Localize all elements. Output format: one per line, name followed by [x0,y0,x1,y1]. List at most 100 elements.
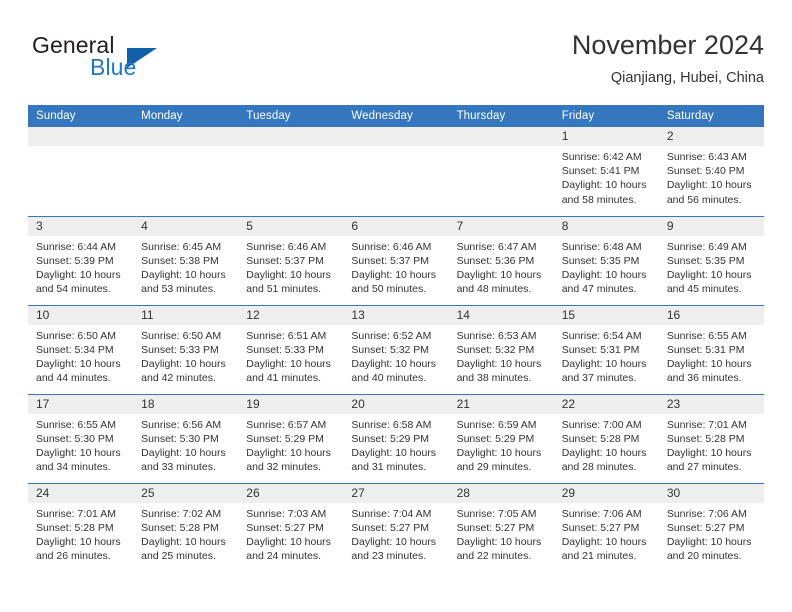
calendar-day-cell[interactable]: 11 Sunrise: 6:50 AM Sunset: 5:33 PM Dayligh… [133,304,239,394]
day-number: 29 [553,483,659,503]
day-number: 13 [343,305,449,325]
day-number: 19 [238,394,344,414]
calendar-week-row: 10 Sunrise: 6:50 AM Sunset: 5:34 PM Dayligh… [28,304,764,394]
day-number [343,127,449,146]
sun-info: Sunrise: 6:56 AM Sunset: 5:30 PM Daylight:… [133,414,238,475]
calendar-page: General Blue November 2024 Qianjiang, Hu… [0,0,792,612]
calendar-day-cell[interactable]: 13 Sunrise: 6:52 AM Sunset: 5:32 PM Dayligh… [343,304,449,394]
calendar-day-cell[interactable]: 16 Sunrise: 6:55 AM Sunset: 5:31 PM Dayligh… [658,304,764,394]
daylight-duration-line1: Daylight: 10 hours [141,268,226,281]
day-number: 20 [343,394,449,414]
sunset-time: Sunset: 5:32 PM [351,343,430,356]
sun-info: Sunrise: 7:05 AM Sunset: 5:27 PM Daylight:… [449,503,554,564]
daylight-duration-line1: Daylight: 10 hours [561,446,647,459]
sun-info: Sunrise: 6:58 AM Sunset: 5:29 PM Daylight:… [343,414,448,475]
sun-info: Sunrise: 7:00 AM Sunset: 5:28 PM Daylight:… [554,414,659,475]
weekday-header-thursday: Thursday [448,105,554,127]
calendar-day-cell[interactable]: 6 Sunrise: 6:46 AM Sunset: 5:37 PM Daylight… [343,215,449,305]
page-title: November 2024 [571,30,764,60]
sunrise-time: Sunrise: 6:44 AM [36,240,116,253]
daylight-duration-line2: and 56 minutes. [666,193,742,206]
daylight-duration-line2: and 33 minutes. [141,461,216,474]
calendar-day-cell[interactable]: 25 Sunrise: 7:02 AM Sunset: 5:28 PM Dayligh… [133,482,239,572]
daylight-duration-line1: Daylight: 10 hours [36,357,121,370]
day-number: 21 [448,394,554,414]
sunset-time: Sunset: 5:32 PM [456,343,535,356]
daylight-duration-line2: and 47 minutes. [561,283,637,296]
calendar-day-cell[interactable]: 24 Sunrise: 7:01 AM Sunset: 5:28 PM Dayligh… [28,482,134,572]
sunrise-time: Sunrise: 7:06 AM [666,507,747,520]
title-block: November 2024 Qianjiang, Hubei, China [572,28,764,89]
day-number: 25 [133,483,239,503]
calendar-day-cell[interactable]: 9 Sunrise: 6:49 AM Sunset: 5:35 PM Daylight… [658,215,764,305]
sun-info: Sunrise: 6:53 AM Sunset: 5:32 PM Daylight:… [449,325,554,386]
weekday-header-friday: Friday [553,105,659,127]
sun-info: Sunrise: 6:51 AM Sunset: 5:33 PM Daylight:… [238,325,343,386]
sunrise-time: Sunrise: 6:50 AM [141,329,222,342]
calendar-day-cell[interactable]: 18 Sunrise: 6:56 AM Sunset: 5:30 PM Dayligh… [133,393,239,483]
calendar-day-cell[interactable]: 28 Sunrise: 7:05 AM Sunset: 5:27 PM Dayligh… [448,482,554,572]
calendar-day-cell[interactable]: 7 Sunrise: 6:47 AM Sunset: 5:36 PM Daylight… [448,215,554,305]
sunset-time: Sunset: 5:40 PM [666,165,745,178]
calendar-day-cell[interactable]: 10 Sunrise: 6:50 AM Sunset: 5:34 PM Dayligh… [28,304,134,394]
daylight-duration-line2: and 22 minutes. [456,550,532,563]
calendar-day-cell[interactable]: 22 Sunrise: 7:00 AM Sunset: 5:28 PM Dayligh… [553,393,659,483]
calendar-day-cell[interactable]: 23 Sunrise: 7:01 AM Sunset: 5:28 PM Dayligh… [658,393,764,483]
calendar-day-cell[interactable]: 30 Sunrise: 7:06 AM Sunset: 5:27 PM Dayligh… [658,482,764,572]
calendar-day-cell[interactable]: 15 Sunrise: 6:54 AM Sunset: 5:31 PM Dayligh… [553,304,659,394]
calendar-day-cell[interactable]: 4 Sunrise: 6:45 AM Sunset: 5:38 PM Daylight… [133,215,239,305]
calendar-day-cell[interactable]: 17 Sunrise: 6:55 AM Sunset: 5:30 PM Dayligh… [28,393,134,483]
day-number: 17 [28,394,134,414]
sunset-time: Sunset: 5:27 PM [456,521,535,534]
daylight-duration-line2: and 40 minutes. [351,372,427,385]
calendar-day-cell[interactable]: 26 Sunrise: 7:03 AM Sunset: 5:27 PM Dayligh… [238,482,344,572]
sunrise-time: Sunrise: 7:02 AM [141,507,222,520]
daylight-duration-line2: and 32 minutes. [246,461,321,474]
daylight-duration-line2: and 44 minutes. [36,372,111,385]
day-number: 14 [448,305,554,325]
daylight-duration-line2: and 26 minutes. [36,550,111,563]
day-number: 2 [658,127,764,146]
calendar-day-cell[interactable]: 14 Sunrise: 6:53 AM Sunset: 5:32 PM Dayligh… [448,304,554,394]
sunrise-time: Sunrise: 6:47 AM [456,240,537,253]
daylight-duration-line1: Daylight: 10 hours [666,535,752,548]
weekday-header-sunday: Sunday [28,105,134,127]
day-number: 16 [658,305,764,325]
calendar-day-cell[interactable]: 12 Sunrise: 6:51 AM Sunset: 5:33 PM Dayligh… [238,304,344,394]
general-blue-logo[interactable]: General Blue [28,30,248,90]
sunrise-time: Sunrise: 6:53 AM [456,329,537,342]
day-number: 12 [238,305,344,325]
sun-info: Sunrise: 6:43 AM Sunset: 5:40 PM Daylight:… [659,146,764,207]
calendar-day-cell[interactable]: 3 Sunrise: 6:44 AM Sunset: 5:39 PM Daylight… [28,215,134,305]
day-number: 8 [553,216,659,236]
sunset-time: Sunset: 5:29 PM [246,432,324,445]
sunset-time: Sunset: 5:33 PM [246,343,324,356]
calendar-day-cell[interactable]: 19 Sunrise: 6:57 AM Sunset: 5:29 PM Dayligh… [238,393,344,483]
calendar-day-cell[interactable]: 29 Sunrise: 7:06 AM Sunset: 5:27 PM Dayligh… [553,482,659,572]
sunset-time: Sunset: 5:36 PM [456,254,535,267]
weekday-header-wednesday: Wednesday [343,105,449,127]
day-number: 6 [343,216,449,236]
sunset-time: Sunset: 5:27 PM [666,521,745,534]
daylight-duration-line2: and 53 minutes. [141,283,216,296]
daylight-duration-line1: Daylight: 10 hours [351,268,437,281]
calendar-day-cell[interactable]: 1 Sunrise: 6:42 AM Sunset: 5:41 PM Daylight… [553,127,659,216]
page-subtitle-location: Qianjiang, Hubei, China [610,70,764,86]
calendar-day-cell[interactable]: 5 Sunrise: 6:46 AM Sunset: 5:37 PM Daylight… [238,215,344,305]
day-number: 5 [238,216,344,236]
calendar-day-cell[interactable]: 2 Sunrise: 6:43 AM Sunset: 5:40 PM Daylight… [658,127,764,216]
sunrise-time: Sunrise: 6:43 AM [666,151,747,163]
daylight-duration-line2: and 20 minutes. [666,550,742,563]
sun-info: Sunrise: 6:55 AM Sunset: 5:31 PM Daylight:… [659,325,764,386]
sunrise-time: Sunrise: 7:01 AM [666,418,747,431]
calendar-day-cell[interactable]: 21 Sunrise: 6:59 AM Sunset: 5:29 PM Dayligh… [448,393,554,483]
daylight-duration-line2: and 48 minutes. [456,283,532,296]
sunrise-time: Sunrise: 6:46 AM [351,240,432,253]
calendar-day-cell[interactable]: 8 Sunrise: 6:48 AM Sunset: 5:35 PM Daylight… [553,215,659,305]
sun-info: Sunrise: 6:59 AM Sunset: 5:29 PM Daylight:… [449,414,554,475]
calendar-day-cell[interactable]: 20 Sunrise: 6:58 AM Sunset: 5:29 PM Dayligh… [343,393,449,483]
calendar-day-cell[interactable]: 27 Sunrise: 7:04 AM Sunset: 5:27 PM Dayligh… [343,482,449,572]
sun-info: Sunrise: 7:04 AM Sunset: 5:27 PM Daylight:… [343,503,448,564]
sunrise-time: Sunrise: 6:52 AM [351,329,432,342]
calendar-day-cell-empty [238,127,344,216]
